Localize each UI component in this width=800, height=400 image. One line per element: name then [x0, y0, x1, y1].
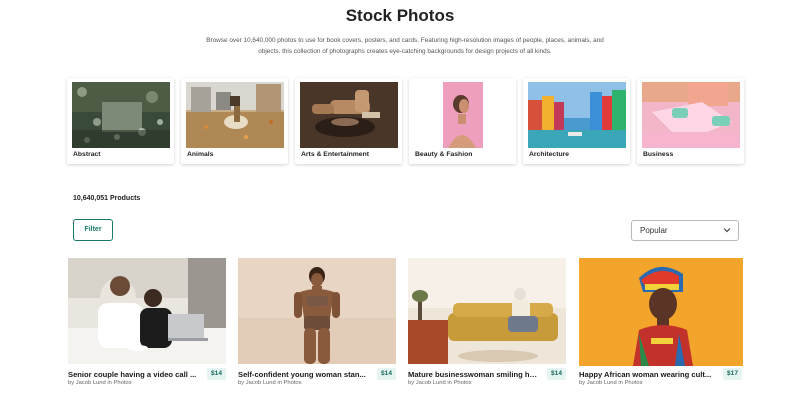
category-card-business[interactable]: Business: [637, 78, 744, 164]
page-description: Browse over 10,640,000 photos to use for…: [206, 37, 604, 55]
page-title: Stock Photos: [345, 6, 455, 25]
product-meta: by Jacob Lund in Photos: [68, 380, 132, 386]
sort-dropdown[interactable]: Popular: [631, 220, 739, 241]
category-card-arts-entertainment[interactable]: Arts & Entertainment: [295, 78, 402, 164]
product-count: 10,640,051 Products: [73, 195, 141, 202]
product-meta: by Jacob Lund in Photos: [238, 380, 302, 386]
author-link[interactable]: Jacob Lund: [587, 380, 617, 386]
category-card-abstract[interactable]: Abstract: [67, 78, 174, 164]
dog-autumn-photo: [186, 82, 284, 148]
author-link[interactable]: Jacob Lund: [76, 380, 106, 386]
meta-prefix: by: [408, 380, 415, 386]
product-title[interactable]: Mature businesswoman smiling ha...: [408, 370, 538, 379]
collection-link[interactable]: Photos: [114, 380, 132, 386]
collection-link[interactable]: Photos: [284, 380, 302, 386]
meta-prefix: by: [68, 380, 75, 386]
product-title[interactable]: Self-confident young woman stan...: [238, 370, 368, 379]
product-title[interactable]: Happy African woman wearing cult...: [579, 370, 715, 379]
category-label: Beauty & Fashion: [415, 151, 473, 158]
meta-in: in: [618, 380, 623, 386]
product-image[interactable]: [408, 258, 566, 364]
category-row: Abstract Animals Arts & Entertainment Be…: [67, 78, 747, 164]
woman-pink-photo: [414, 82, 512, 148]
category-label: Animals: [187, 151, 214, 158]
collection-link[interactable]: Photos: [625, 380, 643, 386]
meta-in: in: [447, 380, 452, 386]
meta-in: in: [107, 380, 112, 386]
category-card-animals[interactable]: Animals: [181, 78, 288, 164]
sort-value: Popular: [640, 226, 668, 235]
category-label: Architecture: [529, 151, 570, 158]
product-image[interactable]: [579, 258, 743, 366]
meta-prefix: by: [238, 380, 245, 386]
price-badge: $14: [207, 368, 227, 380]
category-label: Abstract: [73, 151, 101, 158]
meta-in: in: [277, 380, 282, 386]
meta-prefix: by: [579, 380, 586, 386]
filter-button[interactable]: Filter: [73, 219, 113, 241]
category-card-architecture[interactable]: Architecture: [523, 78, 630, 164]
colorful-canal-houses-photo: [528, 82, 626, 148]
chevron-down-icon: [723, 228, 731, 233]
author-link[interactable]: Jacob Lund: [246, 380, 276, 386]
price-badge: $14: [377, 368, 397, 380]
price-badge: $14: [547, 368, 567, 380]
pink-desk-hands-photo: [642, 82, 740, 148]
product-meta: by Jacob Lund in Photos: [579, 380, 643, 386]
price-badge: $17: [723, 368, 743, 380]
rain-bokeh-photo: [72, 82, 170, 148]
category-label: Business: [643, 151, 674, 158]
product-title[interactable]: Senior couple having a video call ...: [68, 370, 198, 379]
author-link[interactable]: Jacob Lund: [416, 380, 446, 386]
product-meta: by Jacob Lund in Photos: [408, 380, 472, 386]
collection-link[interactable]: Photos: [454, 380, 472, 386]
category-label: Arts & Entertainment: [301, 151, 369, 158]
pottery-hands-photo: [300, 82, 398, 148]
product-image[interactable]: [238, 258, 396, 364]
product-image[interactable]: [68, 258, 226, 364]
category-card-beauty-fashion[interactable]: Beauty & Fashion: [409, 78, 516, 164]
